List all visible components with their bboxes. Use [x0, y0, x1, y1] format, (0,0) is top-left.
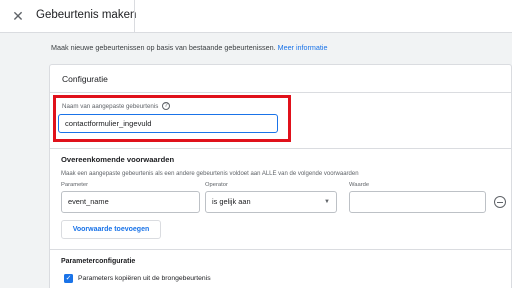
add-condition-button[interactable]: Voorwaarde toevoegen — [61, 220, 161, 239]
dropdown-arrow-icon: ▼ — [324, 199, 330, 205]
learn-more-link[interactable]: Meer informatie — [278, 43, 328, 52]
close-icon[interactable]: ✕ — [9, 7, 27, 25]
conditions-description: Maak een aangepaste gebeurtenis als een … — [61, 171, 359, 177]
copy-params-label: Parameters kopiëren uit de brongebeurten… — [78, 275, 211, 282]
page-title: Gebeurtenis maken — [36, 9, 137, 21]
section-divider-2 — [50, 249, 512, 250]
section-divider — [50, 148, 512, 149]
copy-params-checkbox[interactable]: ✓ — [64, 274, 73, 283]
intro-description: Maak nieuwe gebeurtenissen op basis van … — [51, 43, 276, 52]
header-divider — [134, 0, 135, 33]
value-column-label: Waarde — [349, 182, 370, 188]
param-config-title: Parameterconfiguratie — [61, 258, 136, 265]
card-header: Configuratie — [50, 65, 511, 93]
parameter-input[interactable]: event_name — [61, 191, 200, 213]
event-name-input[interactable] — [58, 114, 278, 133]
value-input[interactable] — [349, 191, 486, 213]
operator-column-label: Operator — [205, 182, 228, 188]
conditions-title: Overeenkomende voorwaarden — [61, 155, 175, 164]
event-name-label: Naam van aangepaste gebeurtenis — [62, 103, 159, 110]
top-bar: ✕ Gebeurtenis maken — [0, 0, 512, 33]
parameter-column-label: Parameter — [61, 182, 89, 188]
operator-value: is gelijk aan — [212, 197, 251, 206]
help-icon[interactable]: ? — [162, 102, 170, 110]
card-title: Configuratie — [62, 74, 108, 84]
intro-text: Maak nieuwe gebeurtenissen op basis van … — [51, 43, 328, 52]
remove-condition-icon[interactable] — [494, 196, 506, 208]
operator-select[interactable]: is gelijk aan ▼ — [205, 191, 337, 213]
